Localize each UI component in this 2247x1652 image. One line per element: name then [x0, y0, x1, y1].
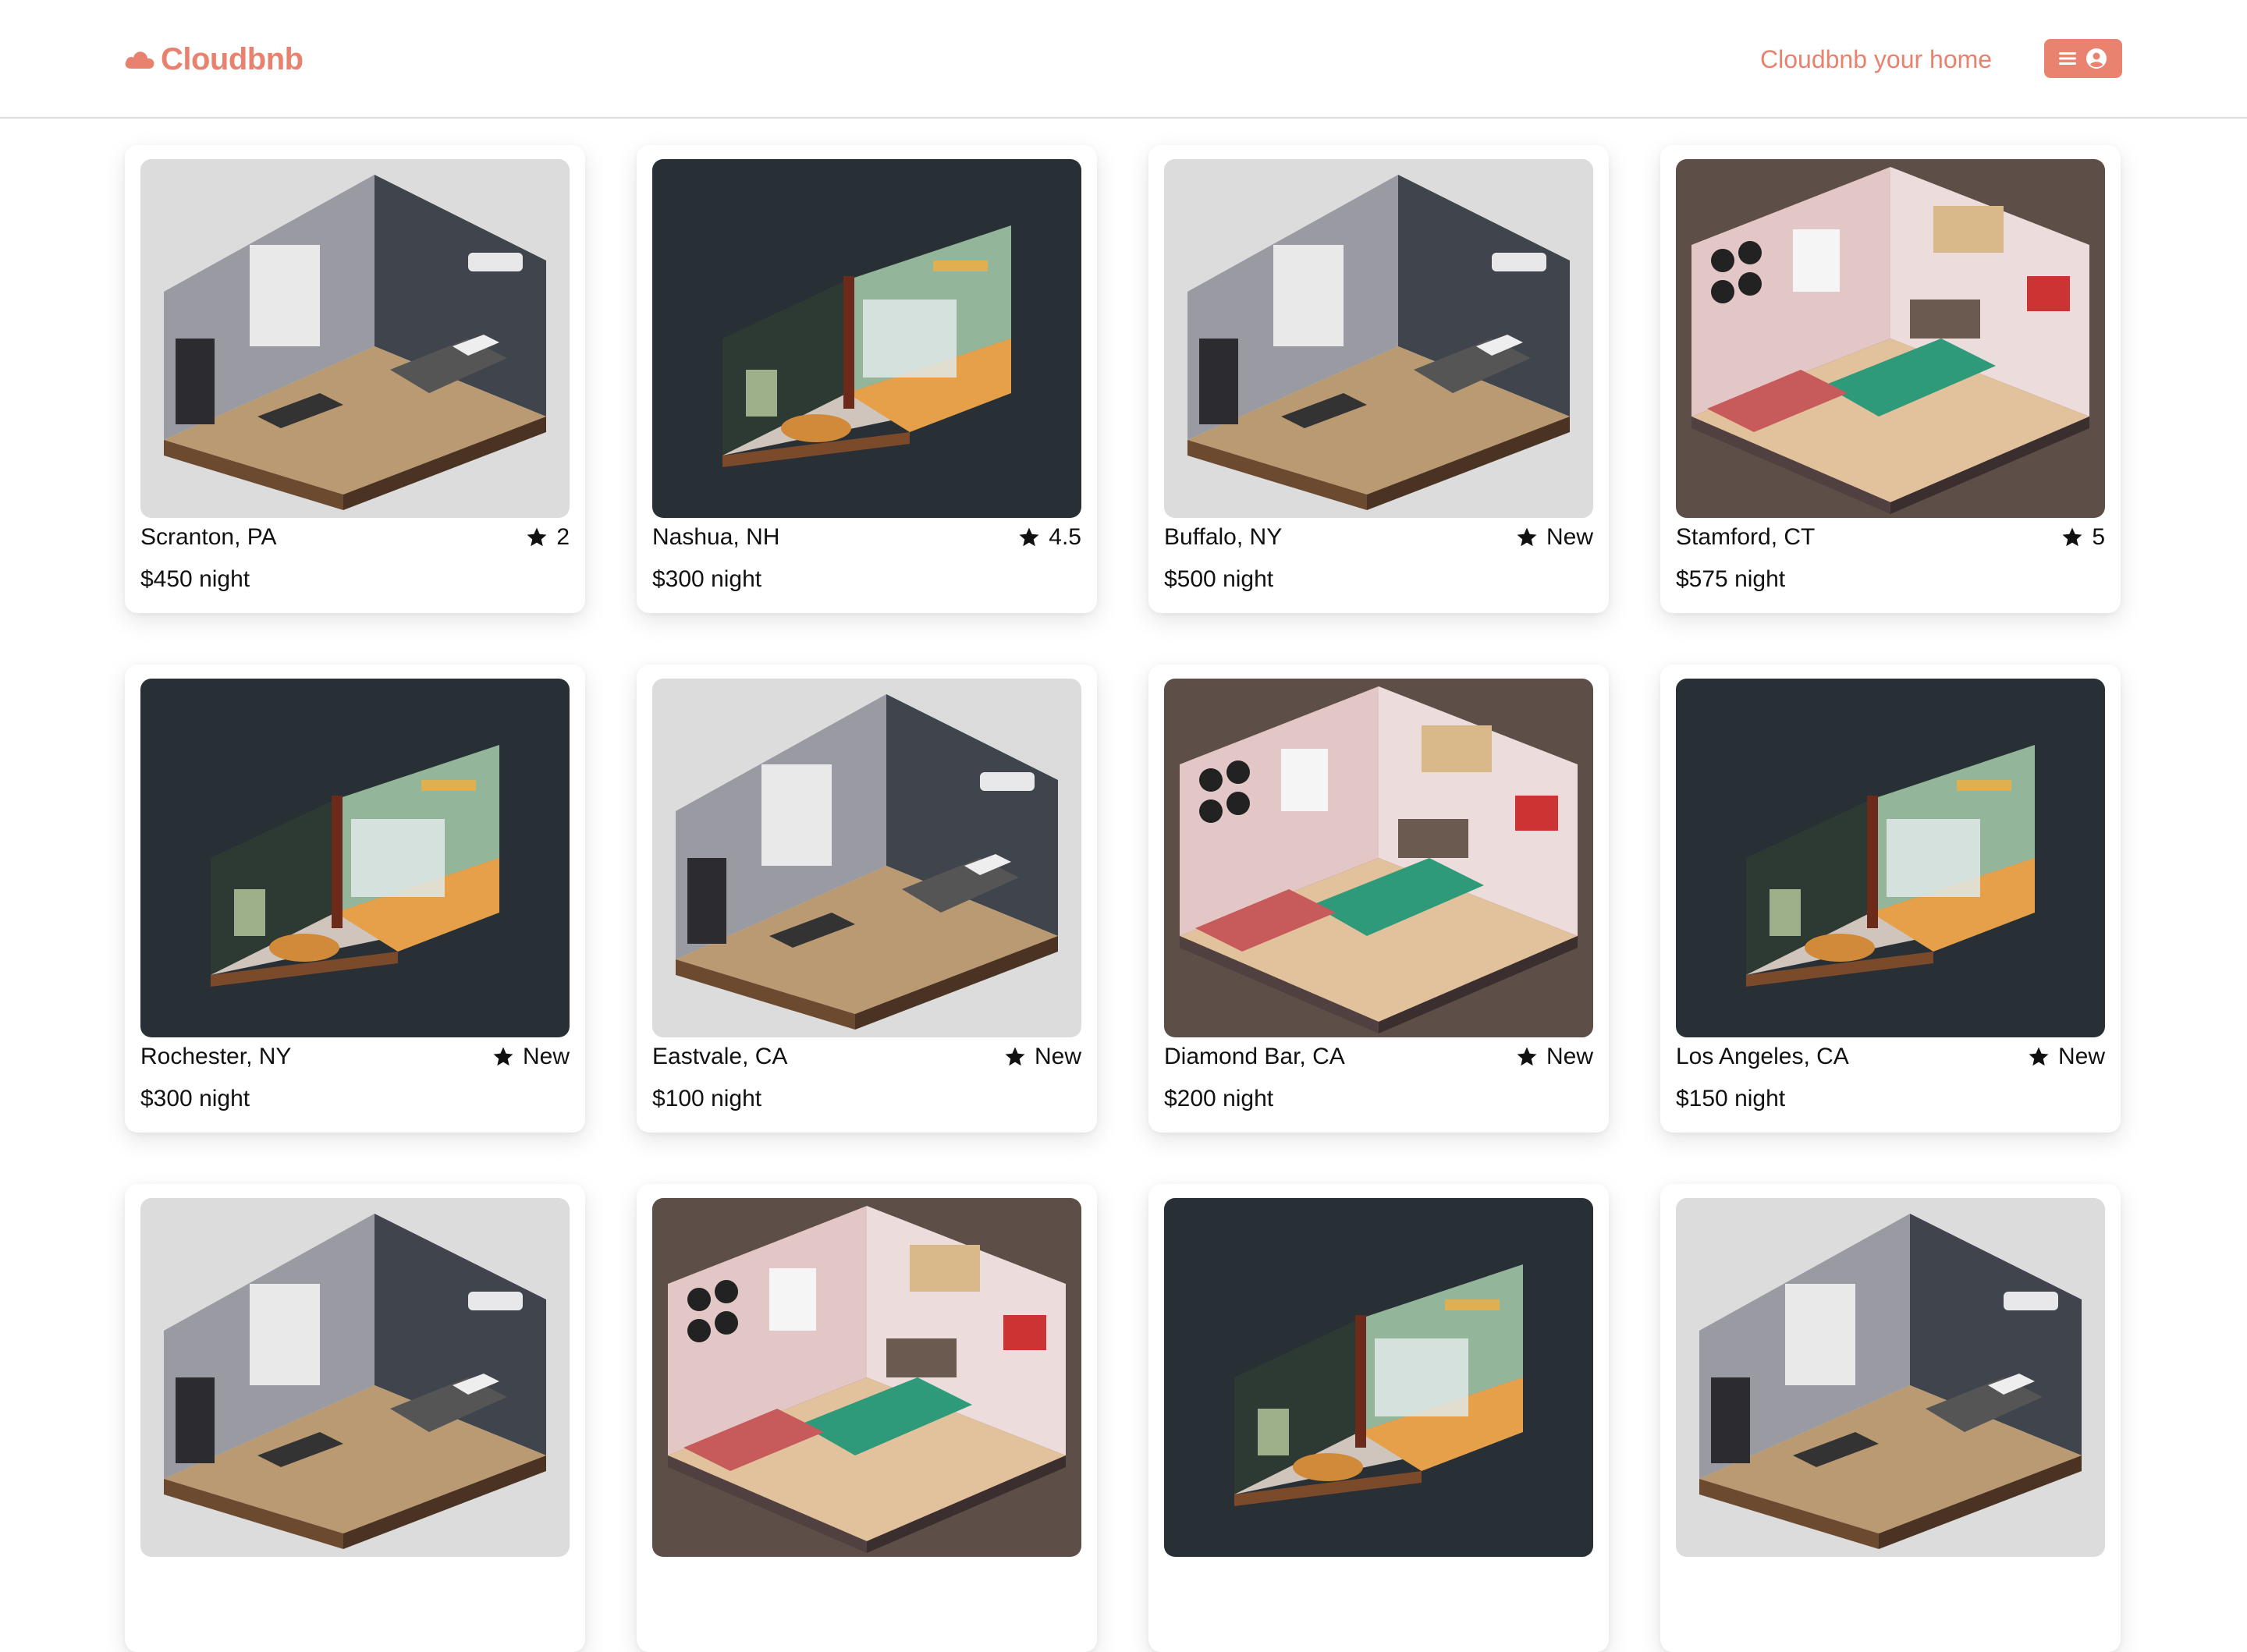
listings-grid: Scranton, PA 2 $450 night Nashua, NH 4.5… [125, 145, 2121, 1652]
listing-card[interactable]: Stamford, CT 5 $575 night [1660, 145, 2121, 613]
star-icon [2062, 527, 2082, 547]
listing-rating-value: New [1546, 1044, 1593, 1069]
listing-price: $300 night [140, 1086, 250, 1111]
cloud-icon [125, 51, 154, 69]
listing-location: Rochester, NY [140, 1044, 292, 1069]
listing-location: Los Angeles, CA [1676, 1044, 1849, 1069]
star-icon [1019, 527, 1039, 547]
listing-price: $575 night [1676, 566, 1786, 592]
listing-meta-row: Scranton, PA 2 [140, 518, 570, 557]
logo-text: Cloudbnb [161, 41, 304, 76]
listing-rating: New [1515, 1044, 1593, 1070]
listing-photo[interactable] [652, 679, 1081, 1037]
listing-rating-value: 4.5 [1049, 524, 1081, 550]
listing-rating-value: New [1546, 524, 1593, 550]
listing-photo[interactable] [652, 1198, 1081, 1557]
listing-photo[interactable] [652, 159, 1081, 518]
listing-rating: New [2027, 1044, 2105, 1070]
listing-photo[interactable] [1676, 1198, 2105, 1557]
listing-location: Scranton, PA [140, 524, 277, 550]
hamburger-icon [2059, 52, 2076, 65]
cloudbnb-logo[interactable]: Cloudbnb [123, 37, 304, 81]
listing-location: Diamond Bar, CA [1164, 1044, 1345, 1069]
listing-card[interactable] [125, 1184, 585, 1652]
star-icon [1517, 1047, 1537, 1066]
listing-rating-value: 5 [2092, 524, 2105, 550]
listing-meta-row: Buffalo, NY New [1164, 518, 1593, 557]
listing-photo[interactable] [140, 1198, 570, 1557]
listing-photo[interactable] [1164, 1198, 1593, 1557]
listing-price: $450 night [140, 566, 250, 592]
listing-rating: New [492, 1044, 570, 1070]
listing-meta-row: Diamond Bar, CA New [1164, 1037, 1593, 1076]
top-navbar: Cloudbnb Cloudbnb your home [0, 0, 2247, 119]
star-icon [1005, 1047, 1025, 1066]
listing-location: Nashua, NH [652, 524, 780, 550]
listing-price: $100 night [652, 1086, 762, 1111]
listing-card[interactable]: Los Angeles, CA New $150 night [1660, 665, 2121, 1133]
host-your-home-link[interactable]: Cloudbnb your home [1760, 41, 1992, 78]
listing-card[interactable]: Eastvale, CA New $100 night [637, 665, 1097, 1133]
listing-rating: 2 [525, 524, 570, 551]
listing-rating: New [1515, 524, 1593, 551]
listing-meta-row: Eastvale, CA New [652, 1037, 1081, 1076]
listing-card[interactable]: Diamond Bar, CA New $200 night [1148, 665, 1609, 1133]
listing-meta-row: Nashua, NH 4.5 [652, 518, 1081, 557]
listing-rating-value: New [522, 1044, 570, 1069]
star-icon [2029, 1047, 2049, 1066]
listing-card[interactable]: Rochester, NY New $300 night [125, 665, 585, 1133]
listing-card[interactable] [637, 1184, 1097, 1652]
listing-rating: 4.5 [1017, 524, 1081, 551]
listing-photo[interactable] [1164, 679, 1593, 1037]
listing-price: $150 night [1676, 1086, 1786, 1111]
listing-photo[interactable] [140, 159, 570, 518]
listing-meta-row: Stamford, CT 5 [1676, 518, 2105, 557]
listing-photo[interactable] [1164, 159, 1593, 518]
listing-meta-row: Los Angeles, CA New [1676, 1037, 2105, 1076]
listing-photo[interactable] [140, 679, 570, 1037]
listing-card[interactable]: Buffalo, NY New $500 night [1148, 145, 1609, 613]
listing-rating-value: New [1034, 1044, 1081, 1069]
listing-rating: 5 [2061, 524, 2105, 551]
user-menu-button[interactable] [2044, 39, 2122, 78]
listing-card[interactable] [1148, 1184, 1609, 1652]
listing-rating-value: 2 [556, 524, 570, 550]
listing-location: Eastvale, CA [652, 1044, 788, 1069]
listing-rating: New [1003, 1044, 1081, 1070]
star-icon [527, 527, 547, 547]
listing-rating-value: New [2057, 1044, 2105, 1069]
listing-photo[interactable] [1676, 679, 2105, 1037]
listing-price: $500 night [1164, 566, 1274, 592]
listing-photo[interactable] [1676, 159, 2105, 518]
listing-location: Buffalo, NY [1164, 524, 1283, 550]
listing-meta-row: Rochester, NY New [140, 1037, 570, 1076]
listing-price: $200 night [1164, 1086, 1274, 1111]
listing-card[interactable]: Scranton, PA 2 $450 night [125, 145, 585, 613]
star-icon [1517, 527, 1537, 547]
listing-card[interactable]: Nashua, NH 4.5 $300 night [637, 145, 1097, 613]
listing-location: Stamford, CT [1676, 524, 1816, 550]
listing-card[interactable] [1660, 1184, 2121, 1652]
listing-price: $300 night [652, 566, 762, 592]
user-circle-icon [2086, 48, 2107, 69]
star-icon [493, 1047, 513, 1066]
